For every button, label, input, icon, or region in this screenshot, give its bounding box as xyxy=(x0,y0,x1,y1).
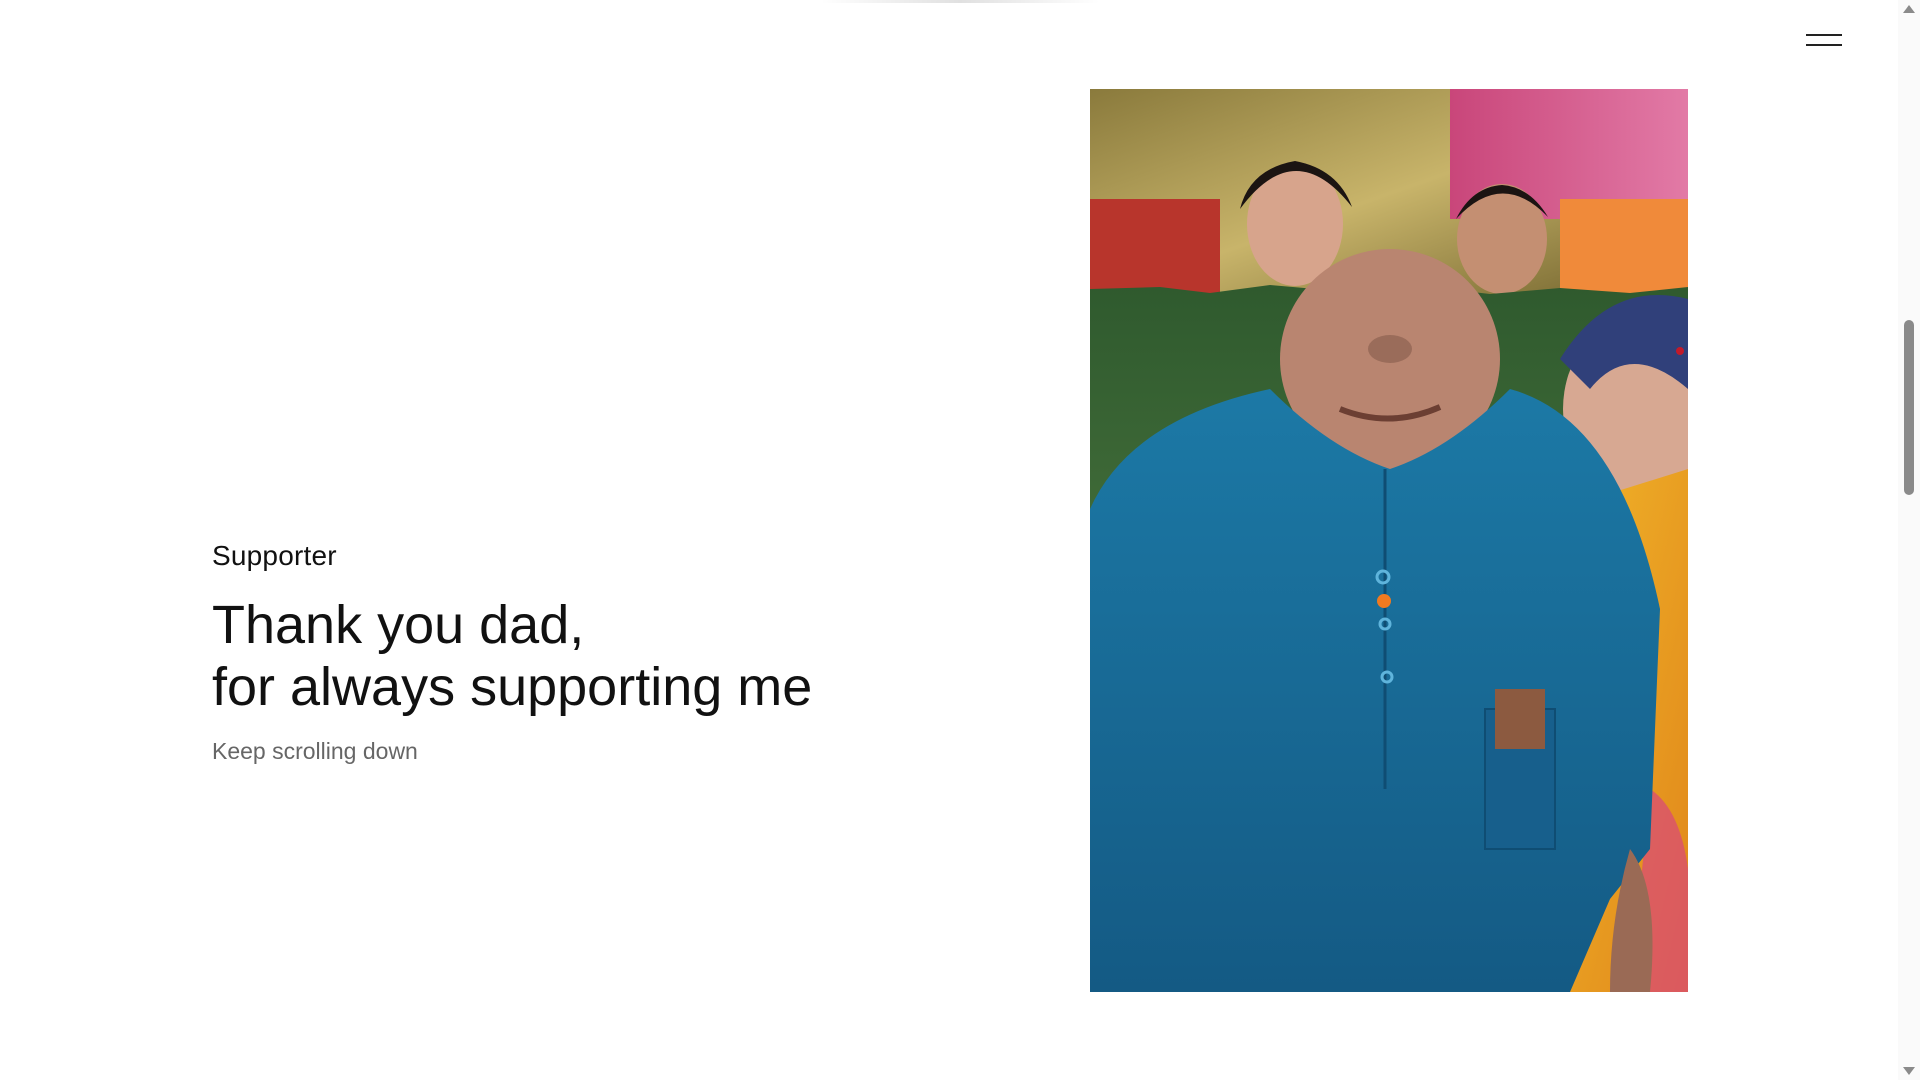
headline-line-2: for always supporting me xyxy=(212,657,813,717)
headline-line-1: Thank you dad, xyxy=(212,595,585,655)
scroll-thumb[interactable] xyxy=(1904,320,1914,495)
section-eyebrow: Supporter xyxy=(212,540,337,571)
scroll-hint: Keep scrolling down xyxy=(212,738,418,764)
scroll-up-arrow-icon[interactable] xyxy=(1903,5,1915,13)
page-headline: Thank you dad, for always supporting me xyxy=(212,594,972,718)
family-photo-collage xyxy=(1090,89,1688,992)
scrollbar[interactable] xyxy=(1898,0,1920,1080)
hamburger-menu-icon xyxy=(1806,34,1842,36)
scroll-down-arrow-icon[interactable] xyxy=(1903,1067,1915,1075)
photo-image xyxy=(1090,89,1688,992)
top-divider xyxy=(820,0,1100,3)
hero-text: Supporter Thank you dad, for always supp… xyxy=(212,540,972,765)
menu-button[interactable] xyxy=(1800,30,1844,56)
